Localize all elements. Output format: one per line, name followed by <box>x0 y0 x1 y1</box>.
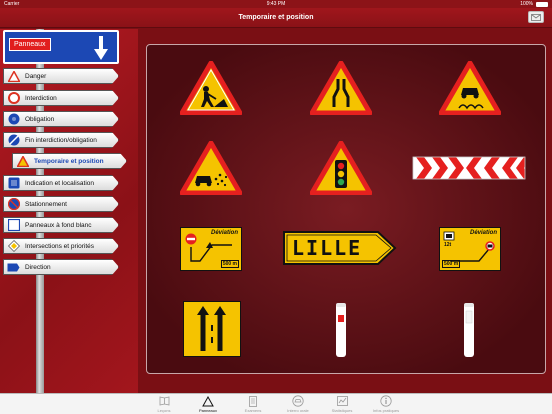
mail-button[interactable] <box>528 11 544 23</box>
parking-icon <box>7 198 20 211</box>
sign-deviation-left[interactable]: Déviation 500 m <box>180 227 242 271</box>
tab-lecons[interactable]: Leçons <box>144 394 184 414</box>
sign-lille-direction[interactable]: LILLE <box>282 230 398 266</box>
sidebar-item-label: Danger <box>25 72 47 80</box>
sign-lane-reduction[interactable] <box>183 301 241 357</box>
sign-slippery-road[interactable] <box>439 61 501 115</box>
navigation-bar: Temporaire et position <box>0 8 552 28</box>
category-header: Panneaux <box>3 30 119 64</box>
status-bar: Carrier 9:43 PM 100% <box>0 0 552 8</box>
tab-infos-pratiques[interactable]: Infos pratiques <box>366 394 406 414</box>
exam-icon <box>247 395 259 407</box>
tab-label: Infos pratiques <box>372 408 400 413</box>
deviation-text: Déviation <box>469 230 497 236</box>
sidebar-item-stationnement[interactable]: Stationnement <box>3 196 119 212</box>
tab-label: Interro orale <box>287 408 309 413</box>
sign-roadworks[interactable] <box>180 61 242 115</box>
distance-plate: 500 m <box>442 260 461 268</box>
sidebar-item-indication[interactable]: Indication et localisation <box>3 175 119 191</box>
mail-icon <box>531 13 541 21</box>
tab-label: Panneaux <box>198 408 217 413</box>
tab-panneaux[interactable]: Panneaux <box>188 394 228 414</box>
clock: 9:43 PM <box>266 1 286 7</box>
category-header-label: Panneaux <box>9 38 51 51</box>
tab-label: Examens <box>244 408 262 413</box>
tab-bar: Leçons Panneaux Examens Interro orale St… <box>0 393 552 414</box>
page-title: Temporaire et position <box>238 14 314 21</box>
sidebar-item-temporaire[interactable]: Temporaire et position <box>12 153 127 169</box>
sign-delineator-white[interactable] <box>462 301 476 359</box>
sidebar-item-obligation[interactable]: Obligation <box>3 111 119 127</box>
tab-label: Leçons <box>157 408 171 413</box>
signs-board: Déviation 500 m LILLE Déviation 12t 500 … <box>146 44 546 374</box>
white-sign-icon <box>7 219 20 232</box>
sign-chevron-barrier[interactable] <box>412 156 526 180</box>
sidebar-item-label: Direction <box>25 263 51 271</box>
deviation-text: Déviation <box>210 230 238 236</box>
chart-icon <box>336 395 348 407</box>
end-restriction-icon <box>7 134 20 147</box>
sidebar-item-label: Fin interdiction/obligation <box>25 136 97 144</box>
sidebar-item-danger[interactable]: Danger <box>3 68 119 84</box>
tab-statistiques[interactable]: Statistiques <box>322 394 362 414</box>
tab-label: Statistiques <box>331 408 353 413</box>
sidebar-item-label: Obligation <box>25 115 55 123</box>
sidebar-item-interdiction[interactable]: Interdiction <box>3 90 119 106</box>
distance-plate: 500 m <box>220 260 239 268</box>
sign-deviation-weight[interactable]: Déviation 12t 500 m <box>439 227 501 271</box>
sidebar-item-fin-interdiction[interactable]: Fin interdiction/obligation <box>3 132 119 148</box>
sidebar-item-intersections[interactable]: Intersections et priorités <box>3 238 119 254</box>
sidebar-item-label: Temporaire et position <box>34 157 104 165</box>
sign-triangle-icon <box>202 395 214 407</box>
interdiction-circle-icon <box>7 92 20 105</box>
sidebar-item-label: Indication et localisation <box>25 179 95 187</box>
sign-road-narrows[interactable] <box>310 61 372 115</box>
car-icon <box>292 395 304 407</box>
direction-icon <box>7 261 20 274</box>
weight-limit-text: 12t <box>444 242 452 248</box>
sidebar-item-label: Interdiction <box>25 94 57 102</box>
sign-traffic-lights[interactable] <box>310 141 372 195</box>
info-icon <box>380 395 392 407</box>
tab-examens[interactable]: Examens <box>233 394 273 414</box>
sign-delineator-red[interactable] <box>334 301 348 359</box>
temporary-triangle-icon <box>16 155 29 168</box>
priority-diamond-icon <box>7 240 20 253</box>
danger-triangle-icon <box>7 70 20 83</box>
sign-gravel[interactable] <box>180 141 242 195</box>
indication-square-icon <box>7 177 20 190</box>
sidebar-item-fond-blanc[interactable]: Panneaux à fond blanc <box>3 217 119 233</box>
book-icon <box>158 395 170 407</box>
sidebar-item-label: Stationnement <box>25 200 67 208</box>
tab-interro-orale[interactable]: Interro orale <box>278 394 318 414</box>
sidebar-item-label: Panneaux à fond blanc <box>25 221 92 229</box>
arrow-down-icon <box>94 36 108 60</box>
sidebar-item-label: Intersections et priorités <box>25 242 95 250</box>
destination-text: LILLE <box>292 236 363 260</box>
obligation-circle-icon <box>7 113 20 126</box>
sidebar-item-direction[interactable]: Direction <box>3 259 119 275</box>
